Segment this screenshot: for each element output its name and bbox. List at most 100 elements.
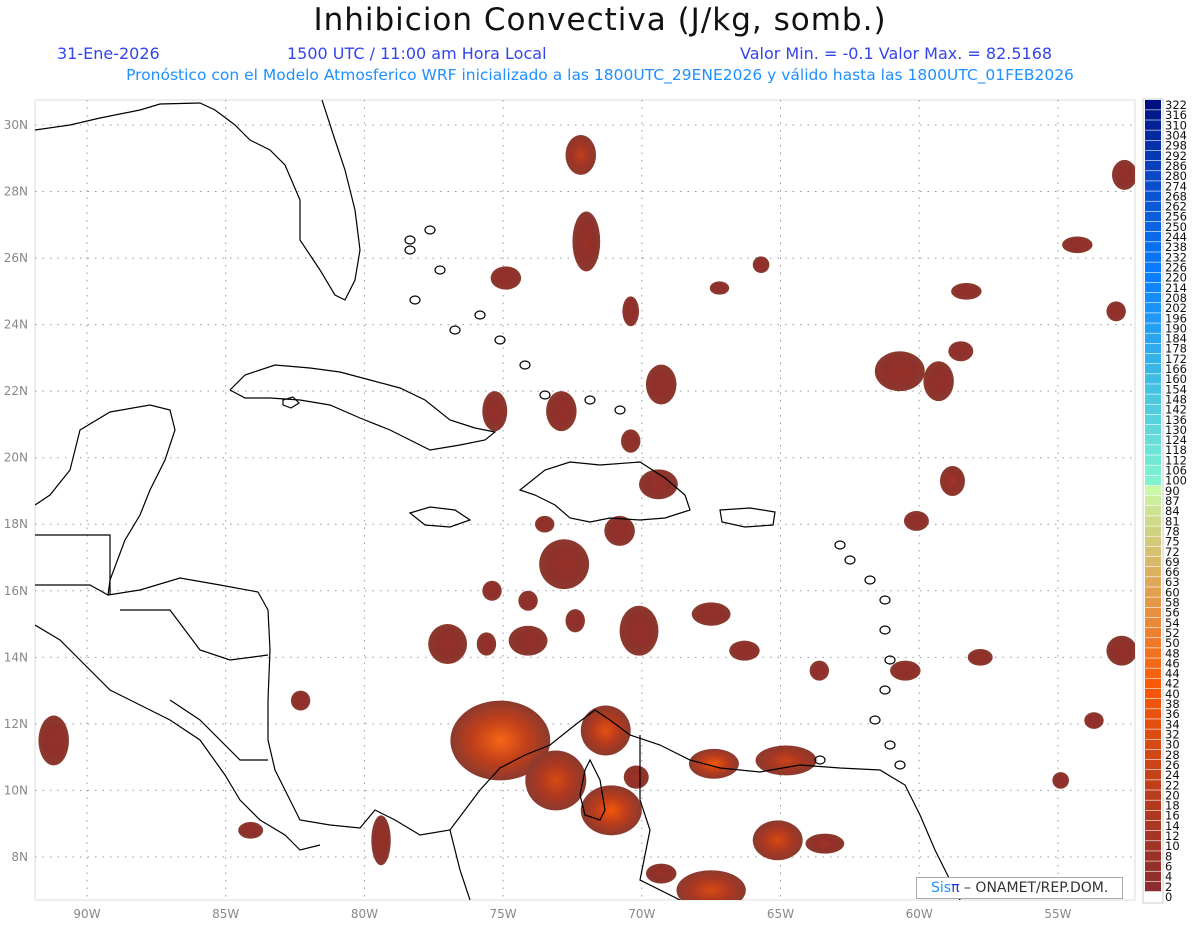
cin-area <box>371 815 391 866</box>
cin-area <box>290 690 311 711</box>
colorbar-box <box>1145 597 1161 607</box>
colorbar-box <box>1145 353 1161 364</box>
lat-tick-label: 24N <box>4 318 28 332</box>
cin-area <box>482 391 508 432</box>
colorbar-box <box>1145 404 1161 415</box>
cin-area <box>1106 301 1126 322</box>
colorbar-box <box>1145 698 1161 709</box>
colorbar-box <box>1145 160 1161 171</box>
colorbar-box <box>1145 739 1161 750</box>
colorbar-box <box>1145 851 1161 861</box>
cin-area <box>752 256 770 274</box>
lon-tick-label: 70W <box>628 907 655 921</box>
cin-area <box>691 602 731 626</box>
model-info: Pronóstico con el Modelo Atmosferico WRF… <box>126 66 1074 84</box>
cin-area <box>623 765 649 789</box>
cin-area <box>1084 712 1104 729</box>
colorbar-box <box>1145 313 1161 323</box>
cin-area <box>923 361 954 402</box>
cin-area <box>874 351 925 392</box>
colorbar-box <box>1145 475 1161 486</box>
colorbar-box <box>1145 130 1161 141</box>
colorbar-box <box>1145 465 1161 476</box>
lat-tick-label: 20N <box>4 451 28 465</box>
cin-area <box>620 429 641 453</box>
cin-area <box>729 640 760 661</box>
cin-area <box>238 822 264 839</box>
colorbar-box <box>1145 770 1161 780</box>
cin-area <box>645 863 677 884</box>
lon-tick-label: 75W <box>490 907 517 921</box>
forecast-time: 1500 UTC / 11:00 am Hora Local <box>287 44 547 63</box>
colorbar-box <box>1145 140 1161 151</box>
cin-area <box>490 266 522 290</box>
colorbar-box <box>1145 607 1161 618</box>
lat-tick-label: 28N <box>4 185 28 199</box>
colorbar-box <box>1145 323 1161 333</box>
cin-area <box>890 660 921 681</box>
colorbar-box <box>1145 272 1161 283</box>
colorbar-box <box>1145 638 1161 648</box>
colorbar-box <box>1145 292 1161 303</box>
cin-area <box>1052 772 1069 789</box>
lat-tick-label: 12N <box>4 717 28 731</box>
lon-tick-label: 65W <box>767 907 794 921</box>
colorbar-box <box>1145 201 1161 212</box>
colorbar-box <box>1145 414 1161 425</box>
lon-tick-label: 60W <box>906 907 933 921</box>
cin-area <box>951 283 982 300</box>
colorbar-box <box>1145 506 1161 516</box>
colorbar-box <box>1145 729 1161 739</box>
colorbar-box <box>1145 252 1161 262</box>
colorbar-box <box>1145 455 1161 465</box>
colorbar-box <box>1145 100 1161 110</box>
cin-area <box>967 649 993 666</box>
colorbar-box <box>1145 394 1161 404</box>
cin-area <box>622 296 640 327</box>
credit-text: – ONAMET/REP.DOM. <box>963 880 1109 896</box>
colorbar-box <box>1145 577 1161 587</box>
lat-tick-label: 16N <box>4 584 28 598</box>
colorbar: 0246810121416182022242628303234363840424… <box>1142 98 1187 904</box>
cin-area <box>565 609 585 633</box>
forecast-date: 31-Ene-2026 <box>57 44 160 63</box>
colorbar-box <box>1145 719 1161 729</box>
colorbar-box <box>1145 617 1161 628</box>
colorbar-box <box>1145 627 1161 638</box>
colorbar-box <box>1145 759 1161 770</box>
colorbar-box <box>1145 110 1161 120</box>
colorbar-box <box>1145 556 1161 567</box>
cin-area <box>903 510 929 531</box>
cin-area <box>619 605 659 656</box>
colorbar-box <box>1145 516 1161 526</box>
colorbar-box <box>1145 363 1161 374</box>
lat-tick-label: 26N <box>4 251 28 265</box>
sispi-logo: Sis <box>931 880 952 896</box>
lon-tick-label: 90W <box>73 907 100 921</box>
cin-area <box>565 134 597 175</box>
colorbar-box <box>1145 171 1161 181</box>
colorbar-box <box>1145 282 1161 293</box>
lon-tick-label: 55W <box>1044 907 1071 921</box>
colorbar-box <box>1145 871 1161 882</box>
map-title: Inhibicion Convectiva (J/kg, somb.) <box>313 2 887 38</box>
colorbar-box <box>1145 424 1161 435</box>
colorbar-box <box>1145 262 1161 272</box>
colorbar-box <box>1145 566 1161 577</box>
cin-area <box>535 515 555 533</box>
lat-tick-label: 8N <box>11 850 28 864</box>
cin-area <box>809 660 830 681</box>
colorbar-box <box>1145 150 1161 161</box>
cin-area <box>940 466 965 496</box>
colorbar-box <box>1145 648 1161 658</box>
colorbar-box <box>1145 485 1161 496</box>
cin-area <box>805 833 845 854</box>
colorbar-box <box>1145 658 1161 668</box>
colorbar-box <box>1145 333 1161 344</box>
colorbar-box <box>1145 120 1161 130</box>
cin-area <box>1106 635 1135 666</box>
colorbar-box <box>1145 668 1161 679</box>
cin-area <box>580 785 642 836</box>
colorbar-box <box>1145 343 1161 354</box>
colorbar-box <box>1145 587 1161 597</box>
